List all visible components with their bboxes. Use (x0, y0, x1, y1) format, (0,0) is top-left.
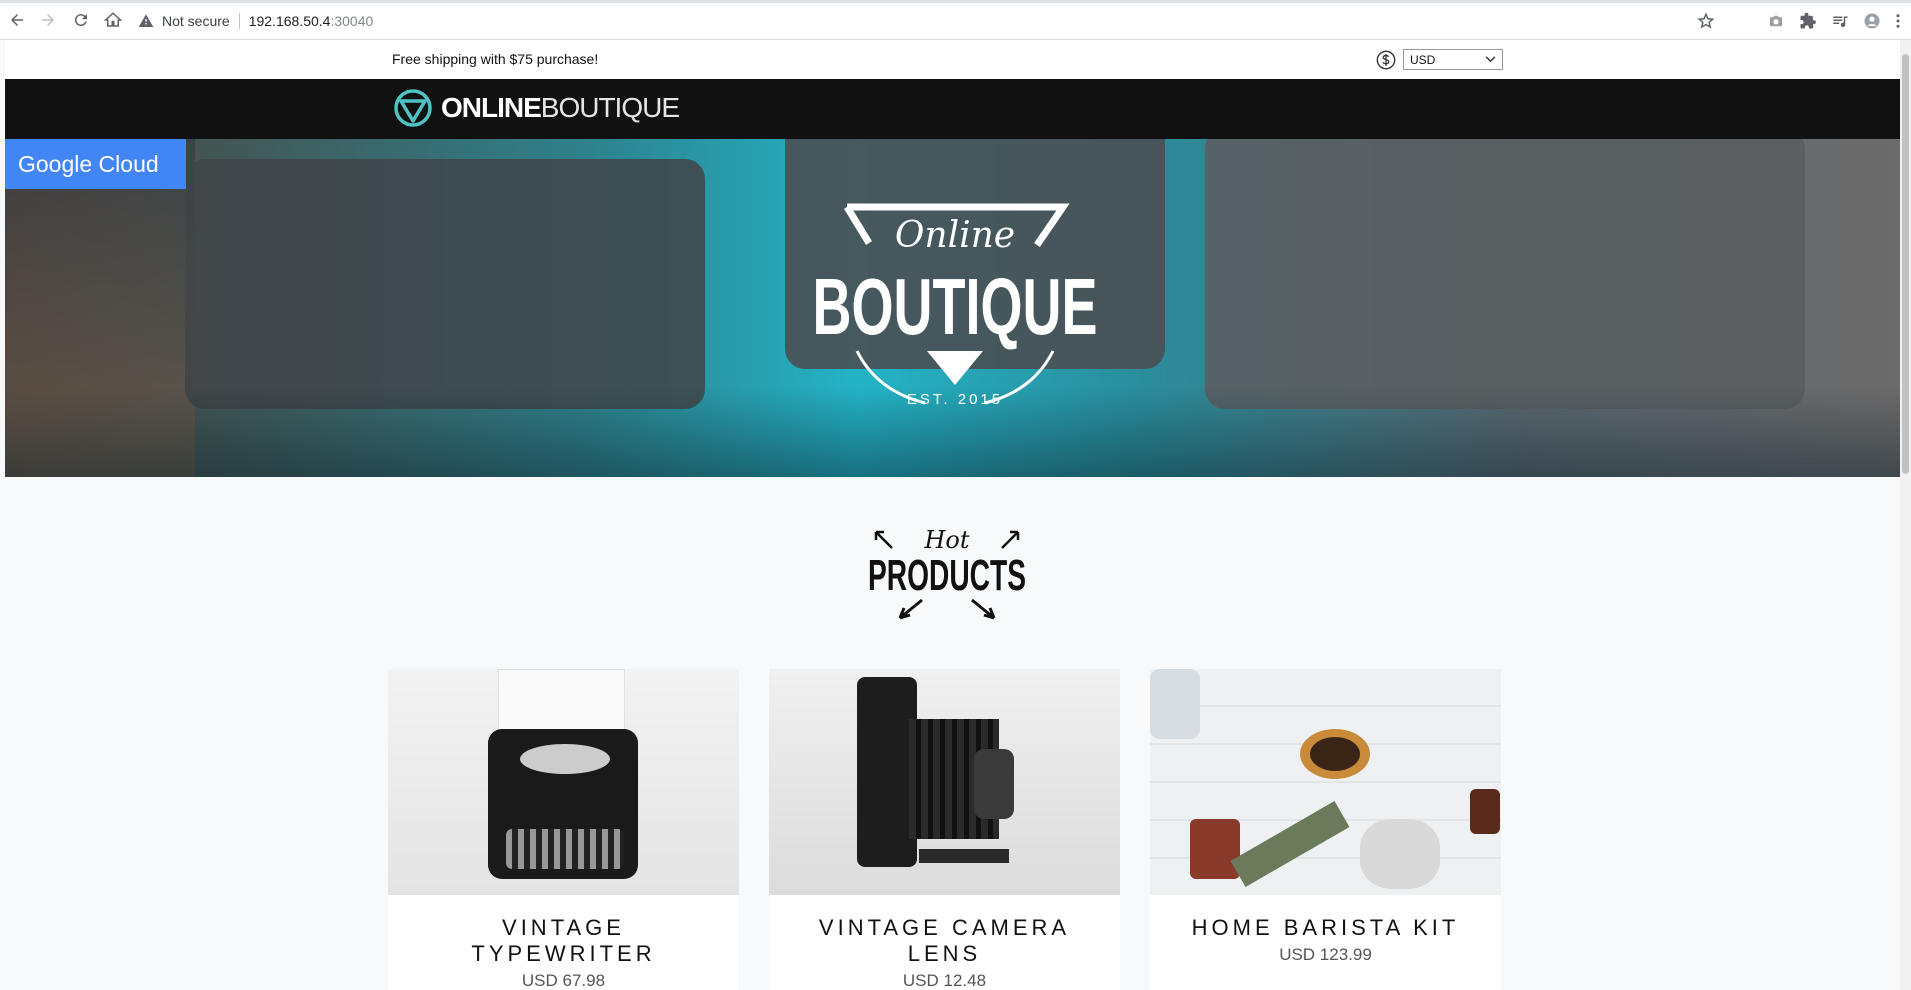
chevron-down-icon (1485, 56, 1496, 63)
extensions-button[interactable] (1797, 10, 1819, 32)
reload-button[interactable] (70, 9, 92, 31)
address-bar[interactable]: Not secure 192.168.50.4 :30040 (138, 7, 1738, 35)
product-image-barista-kit[interactable] (1150, 669, 1501, 895)
boutique-logo-icon (394, 89, 432, 127)
product-price: USD 123.99 (1279, 945, 1372, 964)
product-name[interactable]: VINTAGE CAMERA LENS (769, 915, 1120, 967)
url-host: 192.168.50.4 (248, 13, 331, 29)
hero-headset-right (1205, 139, 1805, 409)
puzzle-icon (1800, 12, 1816, 29)
arrow-left-up-icon (874, 530, 893, 549)
camera-icon (1770, 15, 1782, 27)
forward-button[interactable] (37, 9, 59, 31)
product-name[interactable]: VINTAGE TYPEWRITER (388, 915, 739, 967)
site-logo[interactable]: ONLINEBOUTIQUE (393, 88, 680, 128)
product-image-typewriter[interactable] (388, 669, 739, 895)
product-card[interactable]: VINTAGE CAMERA LENS USD 12.48 (769, 669, 1120, 990)
product-image-camera[interactable] (769, 669, 1120, 895)
dollar-circle-icon (1376, 50, 1396, 70)
hero-script-text: Online (895, 215, 1015, 256)
home-icon (104, 12, 122, 27)
product-name[interactable]: HOME BARISTA KIT (1150, 915, 1501, 941)
logo-light-text: BOUTIQUE (540, 92, 680, 123)
currency-select[interactable]: USD (1403, 49, 1503, 70)
tab-strip (0, 0, 1911, 3)
page-viewport: Free shipping with $75 purchase! USD ONL… (0, 40, 1900, 990)
arrow-left-down-icon (898, 598, 923, 620)
hero-main-text: BOUTIQUE (813, 262, 1098, 351)
page-scrollbar[interactable] (1900, 40, 1911, 990)
product-price: USD 67.98 (521, 971, 606, 990)
media-control-button[interactable] (1829, 10, 1851, 32)
kebab-menu-icon (1896, 14, 1900, 28)
menu-button[interactable] (1893, 10, 1903, 32)
product-card[interactable]: VINTAGE TYPEWRITER USD 67.98 (388, 669, 739, 990)
arrow-right-down-icon (971, 598, 996, 620)
home-button[interactable] (102, 9, 124, 31)
hot-script-text: Hot (923, 526, 969, 554)
hero-headset-left (185, 159, 705, 409)
product-price: USD 12.48 (902, 971, 987, 990)
logo-bold-text: ONLINE (441, 92, 542, 123)
profile-button[interactable] (1861, 10, 1883, 32)
hero-boutique-emblem: Online BOUTIQUE EST. 2015 (813, 203, 1098, 408)
browser-toolbar: Not secure 192.168.50.4 :30040 (0, 0, 1911, 40)
google-cloud-badge[interactable]: Google Cloud (5, 139, 186, 189)
browser-actions (1695, 10, 1903, 32)
arrow-right-up-icon (1001, 530, 1020, 549)
security-label: Not secure (162, 13, 230, 29)
hot-main-text: PRODUCTS (868, 551, 1026, 600)
url-port: :30040 (330, 13, 374, 29)
back-arrow-icon (11, 14, 23, 26)
shipping-message: Free shipping with $75 purchase! (392, 51, 599, 67)
star-icon (1697, 12, 1715, 29)
avatar-icon (1864, 13, 1880, 29)
queue-music-icon (1833, 16, 1848, 28)
scrollbar-thumb[interactable] (1902, 54, 1909, 474)
logo-wordmark: ONLINEBOUTIQUE (441, 92, 680, 124)
bookmark-button[interactable] (1695, 10, 1717, 32)
screenshot-button[interactable] (1765, 10, 1787, 32)
warning-icon (138, 14, 154, 27)
back-button[interactable] (6, 9, 28, 31)
reload-icon (74, 14, 87, 27)
promo-bar: Free shipping with $75 purchase! USD (5, 40, 1900, 79)
address-separator (238, 13, 240, 29)
hot-products-heading: Hot PRODUCTS (868, 526, 1026, 620)
forward-arrow-icon (42, 14, 54, 26)
currency-value: USD (1410, 52, 1436, 67)
hero-banner: Online BOUTIQUE EST. 2015 Google Cloud (5, 139, 1900, 477)
hero-est-text: EST. 2015 (907, 391, 1003, 408)
site-header: ONLINEBOUTIQUE (5, 79, 1900, 139)
product-card[interactable]: HOME BARISTA KIT USD 123.99 (1150, 669, 1501, 990)
